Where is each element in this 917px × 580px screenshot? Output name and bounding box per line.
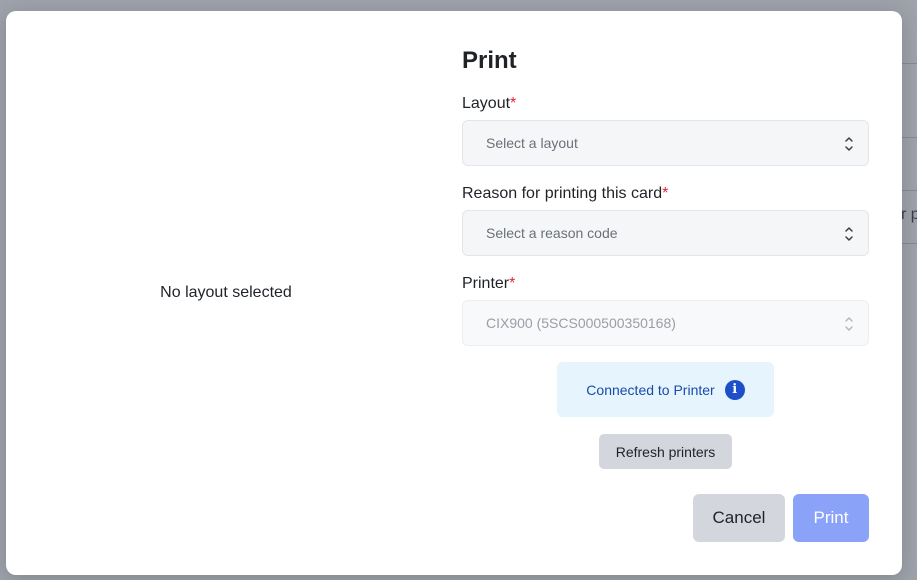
layout-select[interactable]: Select a layout	[462, 120, 869, 166]
required-mark: *	[662, 185, 669, 202]
reason-select-placeholder: Select a reason code	[486, 225, 618, 241]
layout-label-text: Layout	[462, 95, 511, 112]
layout-select-placeholder: Select a layout	[486, 135, 578, 151]
printer-status-banner: Connected to Printer i	[557, 362, 774, 417]
printer-select-value: CIX900 (5SCS000500350168)	[486, 315, 676, 331]
printer-label: Printer*	[462, 275, 515, 293]
layout-label: Layout*	[462, 95, 516, 113]
printer-label-text: Printer	[462, 275, 510, 292]
chevron-up-down-icon	[845, 137, 853, 151]
required-mark: *	[510, 95, 517, 112]
reason-label: Reason for printing this card*	[462, 185, 668, 203]
required-mark: *	[509, 275, 516, 292]
preview-empty-text: No layout selected	[160, 284, 292, 301]
printer-status-text: Connected to Printer	[586, 381, 715, 398]
layout-preview: No layout selected	[6, 11, 446, 575]
reason-label-text: Reason for printing this card	[462, 185, 663, 202]
reason-select[interactable]: Select a reason code	[462, 210, 869, 256]
cancel-button[interactable]: Cancel	[693, 494, 785, 542]
dialog-title: Print	[462, 47, 517, 74]
print-dialog: No layout selected Print Layout* Select …	[6, 11, 902, 575]
chevron-up-down-icon	[845, 317, 853, 331]
info-icon[interactable]: i	[724, 379, 745, 400]
print-button[interactable]: Print	[793, 494, 869, 542]
printer-select[interactable]: CIX900 (5SCS000500350168)	[462, 300, 869, 346]
background-text-fragment: r p	[901, 206, 917, 223]
refresh-printers-button[interactable]: Refresh printers	[599, 434, 732, 469]
chevron-up-down-icon	[845, 227, 853, 241]
